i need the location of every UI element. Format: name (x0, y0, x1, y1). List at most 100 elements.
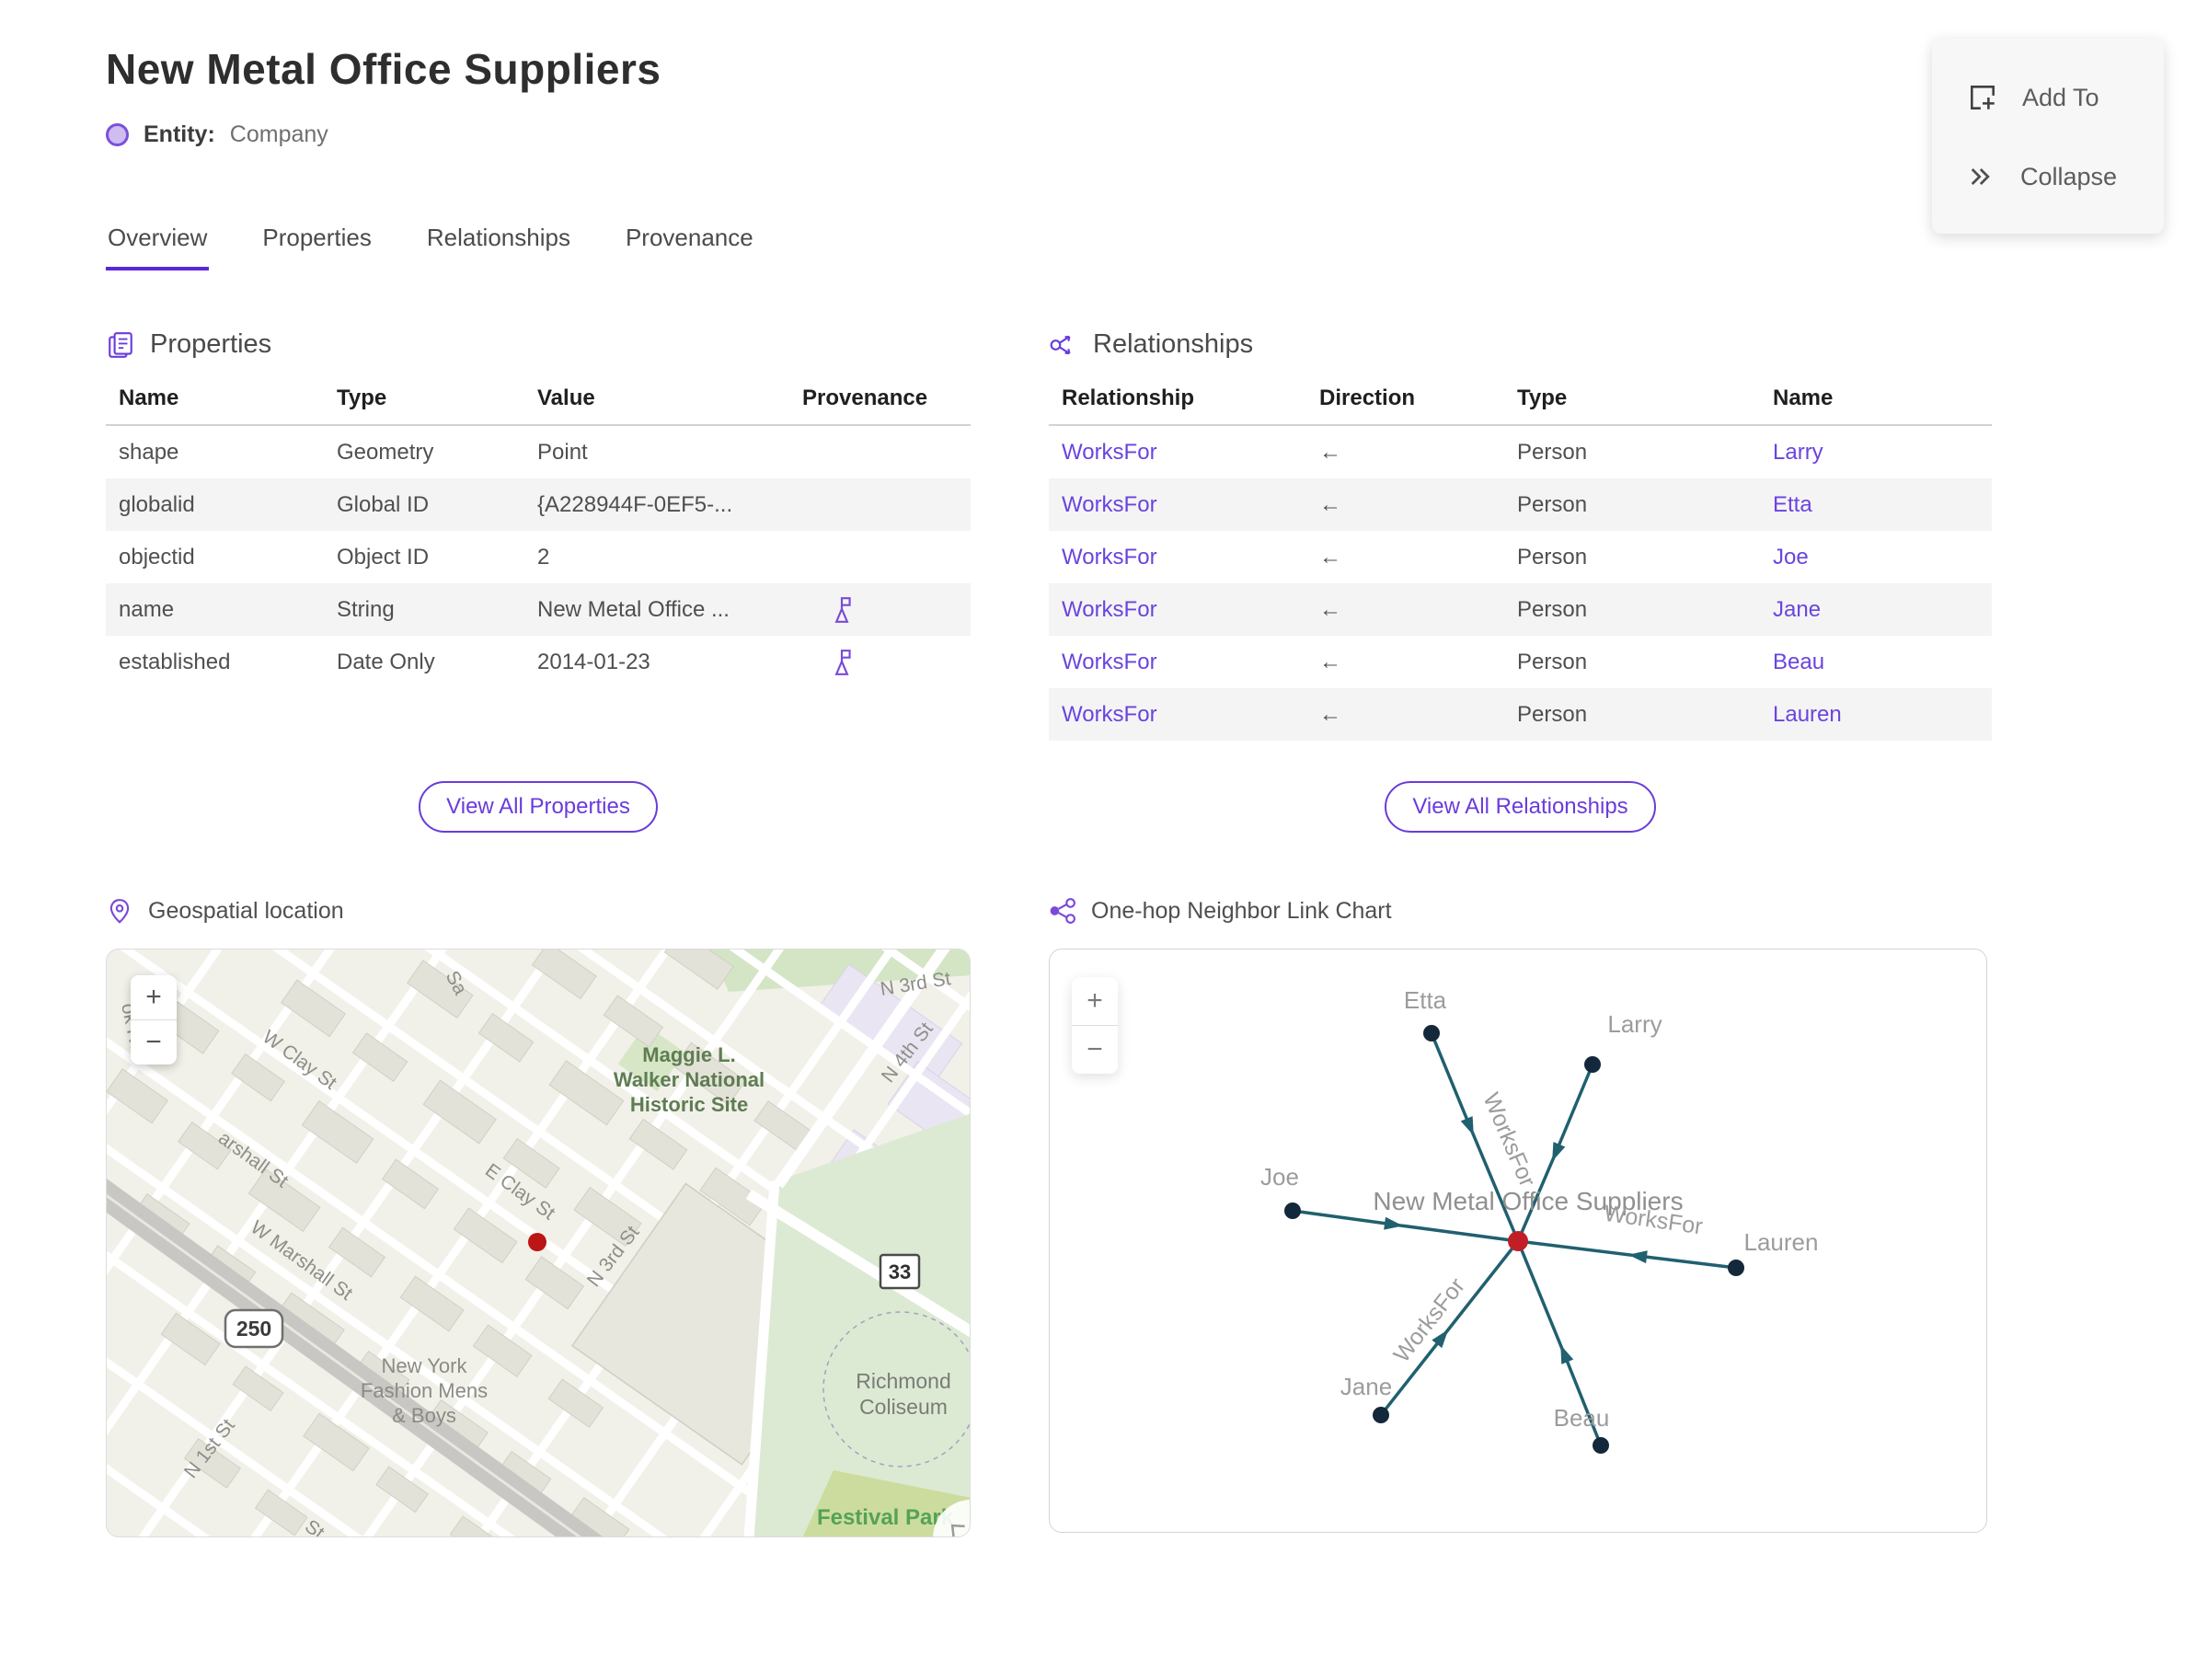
route-shield-us250: 250 (224, 1308, 284, 1349)
link-chart-canvas: Etta Larry Joe Lauren Jane Beau New Meta… (1260, 986, 1818, 1454)
actions-menu: Add To Collapse (1932, 39, 2164, 234)
provenance-flag-icon[interactable] (830, 596, 854, 624)
prop-value: Point (537, 439, 588, 465)
entity-detail-page: New Metal Office Suppliers Entity: Compa… (0, 0, 2208, 1680)
table-row: established Date Only 2014-01-23 (106, 636, 971, 688)
properties-table: Name Type Value Provenance shape Geometr… (106, 385, 971, 765)
map-zoom-control: + − (131, 975, 177, 1064)
svg-text:Coliseum: Coliseum (859, 1395, 948, 1419)
add-to-button[interactable]: Add To (1967, 70, 2164, 125)
provenance-flag-icon[interactable] (830, 649, 854, 676)
entity-link[interactable]: Etta (1773, 492, 1812, 517)
relationship-link[interactable]: WorksFor (1062, 440, 1157, 465)
table-row: WorksFor ← Person Beau (1049, 636, 1992, 688)
tab-properties[interactable]: Properties (260, 224, 374, 270)
col-direction: Direction (1319, 385, 1416, 410)
svg-text:WorksFor: WorksFor (1478, 1089, 1540, 1191)
table-row: name String New Metal Office ... (106, 583, 971, 636)
relationship-link[interactable]: WorksFor (1062, 702, 1157, 727)
geospatial-section-title: Geospatial location (148, 897, 344, 924)
col-type: Type (1517, 385, 1568, 410)
zoom-out-button[interactable]: − (1072, 1026, 1118, 1074)
prop-value: {A228944F-0EF5-... (537, 491, 733, 517)
prop-type: String (337, 596, 395, 622)
relationship-link[interactable]: WorksFor (1062, 597, 1157, 622)
tab-overview[interactable]: Overview (106, 224, 210, 270)
zoom-in-button[interactable]: + (131, 975, 177, 1019)
left-column: Properties Name Type Value Provenance sh… (106, 329, 971, 1537)
direction-arrow: ← (1319, 439, 1341, 465)
prop-type: Date Only (337, 649, 435, 674)
rel-type: Person (1517, 701, 1588, 727)
view-all-relationships-button[interactable]: View All Relationships (1385, 781, 1656, 833)
zoom-out-button[interactable]: − (131, 1020, 177, 1064)
graph-edge-labels: WorksFor WorksFor WorksFor (1388, 1089, 1704, 1367)
relationship-link[interactable]: WorksFor (1062, 492, 1157, 517)
col-provenance: Provenance (802, 385, 928, 410)
entity-link[interactable]: Lauren (1773, 702, 1842, 727)
link-chart-icon (1050, 898, 1075, 924)
table-row: WorksFor ← Person Joe (1049, 531, 1992, 583)
svg-text:WorksFor: WorksFor (1603, 1201, 1705, 1240)
prop-provenance (789, 596, 971, 624)
collapse-button[interactable]: Collapse (1967, 149, 2164, 204)
svg-text:Walker National: Walker National (614, 1068, 765, 1091)
node-lauren[interactable] (1728, 1260, 1744, 1276)
entity-link[interactable]: Joe (1773, 545, 1809, 570)
page-title: New Metal Office Suppliers (106, 45, 661, 93)
entity-type-value: Company (229, 121, 328, 147)
svg-text:250: 250 (236, 1317, 271, 1341)
route-shield-33: 33 (879, 1253, 921, 1290)
relationship-link[interactable]: WorksFor (1062, 650, 1157, 674)
table-row: objectid Object ID 2 (106, 531, 971, 583)
tab-provenance[interactable]: Provenance (624, 224, 755, 270)
right-column: Relationships Relationship Direction Typ… (1049, 329, 1992, 1537)
node-jane[interactable] (1373, 1407, 1389, 1423)
node-center[interactable] (1508, 1231, 1528, 1251)
prop-name: name (119, 596, 175, 622)
add-to-label: Add To (2022, 83, 2099, 111)
table-row: shape Geometry Point (106, 426, 971, 478)
node-beau[interactable] (1593, 1437, 1609, 1454)
entity-type-dot-icon (106, 123, 129, 146)
svg-text:Festival Park: Festival Park (817, 1505, 954, 1530)
rel-type: Person (1517, 544, 1588, 570)
collapse-label: Collapse (2020, 162, 2118, 190)
table-row: WorksFor ← Person Etta (1049, 478, 1992, 531)
link-chart[interactable]: Etta Larry Joe Lauren Jane Beau New Meta… (1049, 949, 1987, 1533)
relationship-link[interactable]: WorksFor (1062, 545, 1157, 570)
relationships-table: Relationship Direction Type Name WorksFo… (1049, 385, 1992, 765)
svg-text:Joe: Joe (1260, 1163, 1299, 1191)
prop-value: New Metal Office ... (537, 596, 730, 622)
node-joe[interactable] (1284, 1202, 1301, 1219)
entity-link[interactable]: Jane (1773, 597, 1821, 622)
map[interactable]: 250 33 ok Rd Sa W Clay St arshall St W M… (106, 949, 971, 1537)
rel-type: Person (1517, 491, 1588, 517)
svg-text:33: 33 (889, 1260, 911, 1283)
relationships-icon (1050, 335, 1071, 354)
view-all-properties-button[interactable]: View All Properties (419, 781, 658, 833)
col-name: Name (1773, 385, 1834, 410)
node-larry[interactable] (1584, 1056, 1601, 1073)
prop-name: shape (119, 439, 179, 465)
svg-text:Richmond: Richmond (856, 1369, 951, 1393)
svg-text:Historic Site: Historic Site (630, 1093, 748, 1116)
prop-type: Geometry (337, 439, 434, 465)
properties-table-header: Name Type Value Provenance (106, 385, 971, 426)
prop-type: Global ID (337, 491, 430, 517)
relationships-section-title: Relationships (1093, 329, 1254, 359)
prop-type: Object ID (337, 544, 430, 570)
entity-link[interactable]: Beau (1773, 650, 1824, 674)
chart-zoom-control: + − (1072, 977, 1118, 1074)
node-etta[interactable] (1423, 1025, 1440, 1041)
map-pin-icon (109, 899, 130, 924)
properties-section-title: Properties (150, 329, 272, 359)
zoom-in-button[interactable]: + (1072, 977, 1118, 1025)
tab-relationships[interactable]: Relationships (425, 224, 572, 270)
rel-type: Person (1517, 649, 1588, 674)
col-type: Type (337, 385, 387, 410)
entity-link[interactable]: Larry (1773, 440, 1823, 465)
map-marker[interactable] (528, 1233, 546, 1251)
graph-node-labels: Etta Larry Joe Lauren Jane Beau New Meta… (1260, 986, 1818, 1432)
entity-label: Entity: (144, 121, 215, 147)
